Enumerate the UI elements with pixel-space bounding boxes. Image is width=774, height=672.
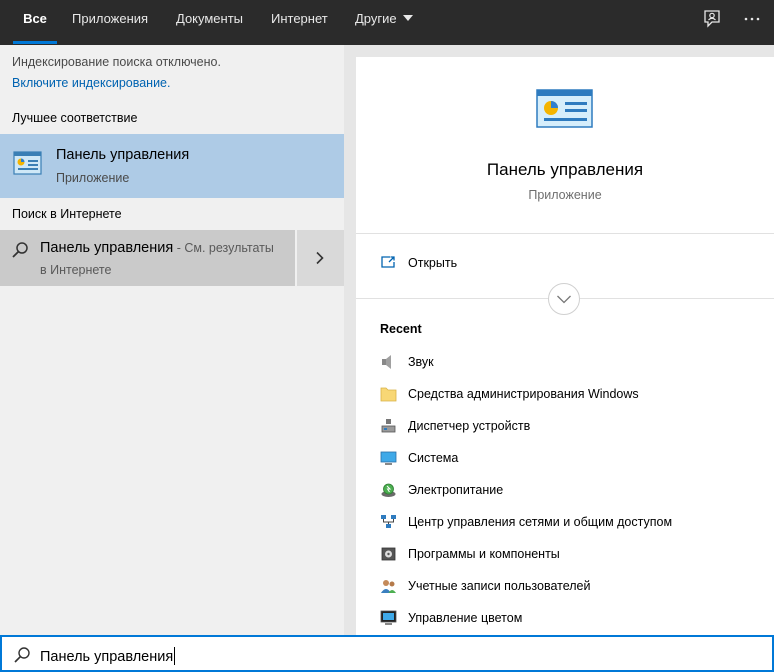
- control-panel-large-icon: [536, 89, 593, 128]
- recent-item-programs[interactable]: Программы и компоненты: [380, 545, 770, 565]
- recent-item-label: Средства администрирования Windows: [408, 387, 639, 401]
- best-match-result[interactable]: Панель управления Приложение: [0, 134, 344, 198]
- feedback-icon[interactable]: [699, 8, 723, 30]
- best-match-subtitle: Приложение: [56, 171, 130, 185]
- speaker-icon: [382, 355, 391, 369]
- power-options-icon: [381, 483, 396, 497]
- tab-more[interactable]: Другие: [355, 0, 413, 45]
- text-cursor: [174, 647, 176, 665]
- recent-item-user-accounts[interactable]: Учетные записи пользователей: [380, 577, 770, 597]
- chevron-down-icon: [557, 295, 571, 304]
- users-icon: [381, 580, 396, 593]
- best-match-heading: Лучшее соответствие: [12, 111, 138, 125]
- preview-subtitle: Приложение: [528, 188, 602, 202]
- device-manager-icon: [381, 419, 396, 433]
- more-options-icon[interactable]: [740, 8, 764, 30]
- search-tabs-bar: Все Приложения Документы Интернет Другие: [0, 0, 774, 45]
- recent-item-sound[interactable]: Звук: [380, 353, 770, 373]
- enable-indexing-link[interactable]: Включите индексирование.: [12, 76, 170, 90]
- control-panel-icon: [13, 151, 42, 175]
- recent-item-system[interactable]: Система: [380, 449, 770, 469]
- open-icon: [381, 256, 395, 268]
- programs-icon: [381, 547, 396, 561]
- recent-item-label: Управление цветом: [408, 611, 523, 625]
- recent-item-device-manager[interactable]: Диспетчер устройств: [380, 417, 770, 437]
- open-label: Открыть: [408, 256, 458, 270]
- recent-item-label: Звук: [408, 355, 434, 369]
- color-management-icon: [380, 610, 397, 625]
- search-box[interactable]: Панель управления: [0, 635, 774, 672]
- network-icon: [381, 515, 396, 528]
- preview-pane: Панель управления Приложение Открыть Rec…: [356, 57, 774, 635]
- tab-web[interactable]: Интернет: [271, 0, 328, 45]
- web-result-subtitle: в Интернете: [40, 263, 112, 277]
- web-result-query: Панель управления: [40, 240, 174, 256]
- recent-item-label: Электропитание: [408, 483, 504, 497]
- web-search-result[interactable]: Панель управления - См. результаты в Инт…: [0, 230, 295, 286]
- web-result-expand-button[interactable]: [297, 230, 344, 286]
- tab-more-label: Другие: [355, 11, 397, 26]
- chevron-down-icon: [402, 15, 413, 21]
- recent-item-label: Программы и компоненты: [408, 547, 560, 561]
- recent-item-label: Центр управления сетями и общим доступом: [408, 515, 673, 529]
- web-search-heading: Поиск в Интернете: [12, 207, 122, 221]
- search-input[interactable]: Панель управления: [40, 647, 176, 665]
- recent-item-color-management[interactable]: Управление цветом: [380, 609, 770, 629]
- tab-apps[interactable]: Приложения: [72, 0, 148, 45]
- results-pane: Индексирование поиска отключено. Включит…: [0, 45, 344, 635]
- web-result-suffix: - См. результаты: [173, 241, 274, 255]
- recent-item-label: Система: [408, 451, 459, 465]
- best-match-title: Панель управления: [56, 147, 190, 163]
- recent-item-network[interactable]: Центр управления сетями и общим доступом: [380, 513, 770, 533]
- recent-item-power[interactable]: Электропитание: [380, 481, 770, 501]
- recent-item-label: Диспетчер устройств: [408, 419, 531, 433]
- tab-documents[interactable]: Документы: [176, 0, 243, 45]
- search-icon: [12, 242, 28, 258]
- expand-actions-button[interactable]: [548, 283, 580, 315]
- folder-icon: [380, 387, 397, 402]
- web-result-title: Панель управления - См. результаты: [40, 240, 274, 256]
- search-icon: [14, 647, 30, 663]
- recent-item-label: Учетные записи пользователей: [408, 579, 591, 593]
- search-query: Панель управления: [40, 649, 174, 665]
- chevron-right-icon: [316, 251, 324, 265]
- monitor-icon: [380, 451, 397, 465]
- divider: [356, 233, 774, 234]
- indexing-status: Индексирование поиска отключено.: [12, 55, 221, 69]
- preview-title: Панель управления: [486, 160, 644, 179]
- recent-item-admin-tools[interactable]: Средства администрирования Windows: [380, 385, 770, 405]
- tab-all[interactable]: Все: [13, 0, 57, 45]
- recent-heading: Recent: [380, 322, 422, 336]
